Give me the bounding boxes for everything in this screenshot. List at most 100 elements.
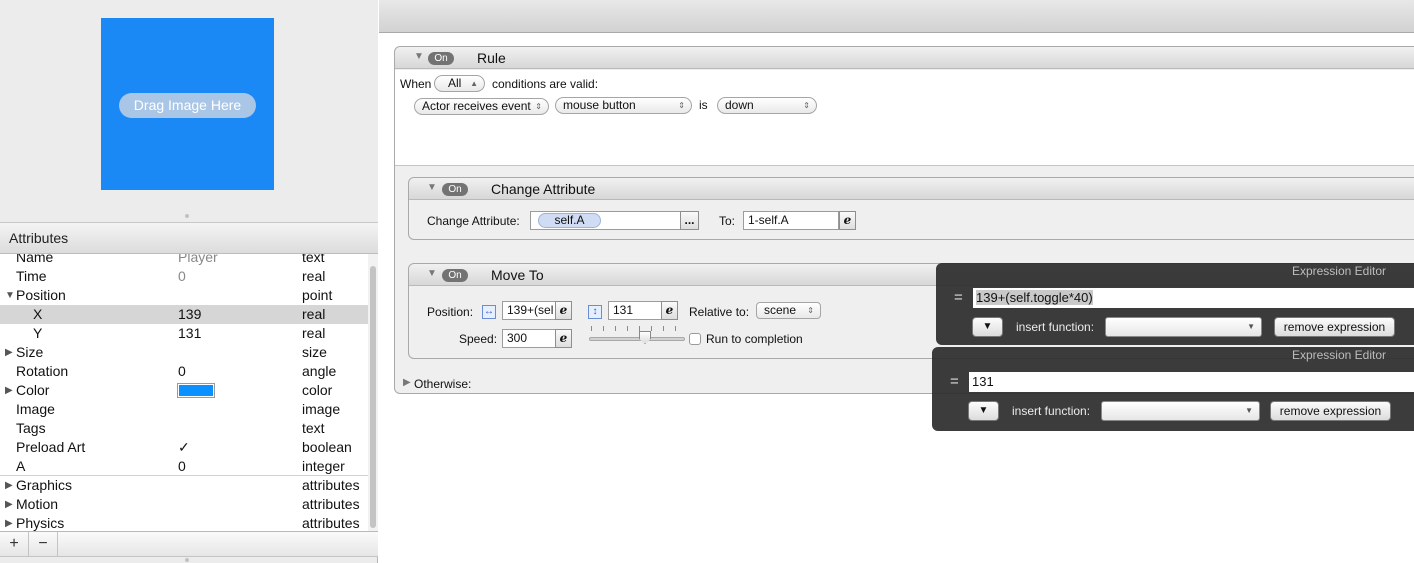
attr-name: Color — [16, 382, 50, 398]
attr-row-size[interactable]: ▶ Size size — [0, 343, 368, 362]
attr-value[interactable]: Player — [178, 254, 218, 267]
attr-row-color[interactable]: ▶ Color color — [0, 381, 368, 400]
disclosure-collapsed-icon[interactable]: ▶ — [5, 476, 13, 495]
remove-expression-button[interactable]: remove expression — [1270, 401, 1391, 421]
change-attribute-title: Change Attribute — [491, 181, 596, 197]
attribute-token[interactable]: self.A — [538, 213, 601, 228]
condition-subject-select[interactable]: Actor receives event ⇕ — [414, 98, 549, 115]
expression-editor-button[interactable]: e — [839, 211, 856, 230]
remove-attribute-button[interactable]: − — [29, 532, 58, 557]
attr-value[interactable]: 0 — [178, 267, 186, 286]
expression-input-y[interactable]: 131 — [969, 372, 1414, 392]
condition-event-select[interactable]: mouse button ⇕ — [555, 97, 692, 114]
left-pane: Drag Image Here Attributes Name Player t… — [0, 0, 378, 563]
disclosure-expanded-icon[interactable]: ▼ — [427, 182, 437, 193]
remove-expression-button[interactable]: remove expression — [1274, 317, 1395, 337]
bottom-splitter-handle[interactable] — [185, 558, 189, 562]
insert-function-select[interactable]: ▼ — [1101, 401, 1260, 421]
color-swatch[interactable] — [177, 383, 215, 398]
rule-on-toggle[interactable]: On — [428, 52, 454, 65]
attr-name: Y — [33, 325, 43, 341]
attr-name: Image — [16, 401, 55, 417]
attribute-target-field[interactable]: self.A — [530, 211, 681, 230]
preload-art-checkbox[interactable]: ✓ — [178, 438, 190, 457]
attr-name: Physics — [16, 515, 65, 531]
move-to-on-toggle[interactable]: On — [442, 269, 468, 282]
attr-name: Preload Art — [16, 439, 86, 455]
when-label: When — [400, 77, 432, 91]
relative-to-select[interactable]: scene ⇕ — [756, 302, 821, 319]
function-menu-button[interactable]: ▼ — [968, 401, 999, 421]
function-menu-button[interactable]: ▼ — [972, 317, 1003, 337]
disclosure-collapsed-icon[interactable]: ▶ — [5, 381, 13, 400]
attr-row-preload-art[interactable]: Preload Art ✓ boolean — [0, 438, 368, 457]
updown-arrows-icon: ⇕ — [803, 101, 810, 110]
move-to-title: Move To — [491, 267, 544, 283]
run-to-completion-checkbox[interactable] — [689, 333, 701, 345]
otherwise-label[interactable]: Otherwise: — [414, 377, 471, 391]
attr-value[interactable]: 0 — [178, 457, 186, 476]
attr-name: Graphics — [16, 477, 73, 493]
attr-row-graphics[interactable]: ▶ Graphics attributes — [0, 475, 368, 494]
attr-row-time[interactable]: Time 0 real — [0, 267, 368, 286]
disclosure-collapsed-icon[interactable]: ▶ — [5, 343, 13, 362]
disclosure-collapsed-icon[interactable]: ▶ — [5, 495, 13, 514]
attr-value[interactable]: 131 — [178, 324, 201, 343]
expression-text: 139+(self.toggle*40) — [976, 290, 1093, 305]
disclosure-expanded-icon[interactable]: ▼ — [5, 286, 15, 305]
to-label: To: — [719, 214, 736, 228]
disclosure-collapsed-icon[interactable]: ▶ — [5, 514, 13, 531]
scrollbar-thumb[interactable] — [370, 266, 376, 528]
to-expression-field[interactable]: 1-self.A — [743, 211, 839, 230]
slider-knob[interactable] — [639, 331, 651, 344]
attr-row-rotation[interactable]: Rotation 0 angle — [0, 362, 368, 381]
editor-toolbar — [379, 0, 1414, 33]
y-expression-button[interactable]: e — [661, 301, 678, 320]
x-axis-icon: ↔ — [482, 305, 496, 319]
speed-slider[interactable] — [589, 326, 685, 346]
relative-to-label: Relative to: — [689, 305, 750, 319]
position-x-field[interactable]: 139+(sel — [502, 301, 562, 320]
browse-attribute-button[interactable]: ... — [680, 211, 699, 230]
attr-type: size — [302, 344, 327, 360]
x-expression-button[interactable]: e — [555, 301, 572, 320]
change-attribute-on-toggle[interactable]: On — [442, 183, 468, 196]
attr-row-image[interactable]: Image image — [0, 400, 368, 419]
slider-tick — [651, 326, 652, 331]
insert-function-select[interactable]: ▼ — [1105, 317, 1262, 337]
attr-row-tags[interactable]: Tags text — [0, 419, 368, 438]
slider-tick — [591, 326, 592, 331]
when-selector[interactable]: All ▲ — [434, 75, 485, 92]
disclosure-collapsed-icon[interactable]: ▶ — [403, 377, 411, 388]
attr-row-y[interactable]: Y 131 real — [0, 324, 368, 343]
condition-state-select[interactable]: down ⇕ — [717, 97, 817, 114]
attributes-scrollbar[interactable] — [368, 254, 378, 531]
attr-row-x[interactable]: X 139 real — [0, 305, 368, 324]
attr-row-motion[interactable]: ▶ Motion attributes — [0, 495, 368, 514]
speed-expression-button[interactable]: e — [555, 329, 572, 348]
expression-input-x[interactable]: 139+(self.toggle*40) — [973, 288, 1414, 308]
attr-row-physics[interactable]: ▶ Physics attributes — [0, 514, 368, 531]
actor-image-drop-target[interactable]: Drag Image Here — [101, 18, 274, 190]
color-swatch-fill — [179, 385, 213, 396]
attr-row-a[interactable]: A 0 integer — [0, 457, 368, 476]
attr-row-name[interactable]: Name Player text — [0, 254, 368, 267]
attr-value[interactable]: 139 — [178, 305, 201, 324]
behavior-editor: ▼ On Rule When All ▲ conditions are vali… — [379, 0, 1414, 563]
disclosure-expanded-icon[interactable]: ▼ — [414, 51, 424, 62]
splitter-handle[interactable] — [185, 214, 189, 218]
expression-editor-x: Expression Editor = 139+(self.toggle*40)… — [936, 263, 1414, 345]
add-attribute-button[interactable]: + — [0, 532, 29, 557]
disclosure-expanded-icon[interactable]: ▼ — [427, 268, 437, 279]
attr-row-position[interactable]: ▼ Position point — [0, 286, 368, 305]
attr-name: Size — [16, 344, 44, 360]
slider-tick — [603, 326, 604, 331]
position-y-field[interactable]: 131 — [608, 301, 662, 320]
attr-value[interactable]: 0 — [178, 362, 186, 381]
equals-sign: = — [954, 289, 963, 306]
condition-subject-value: Actor receives event — [422, 99, 531, 113]
expression-editor-title: Expression Editor — [1291, 348, 1386, 362]
attr-type: attributes — [302, 496, 360, 512]
speed-field[interactable]: 300 — [502, 329, 562, 348]
change-attribute-block: ▼ On Change Attribute Change Attribute: … — [408, 177, 1414, 240]
